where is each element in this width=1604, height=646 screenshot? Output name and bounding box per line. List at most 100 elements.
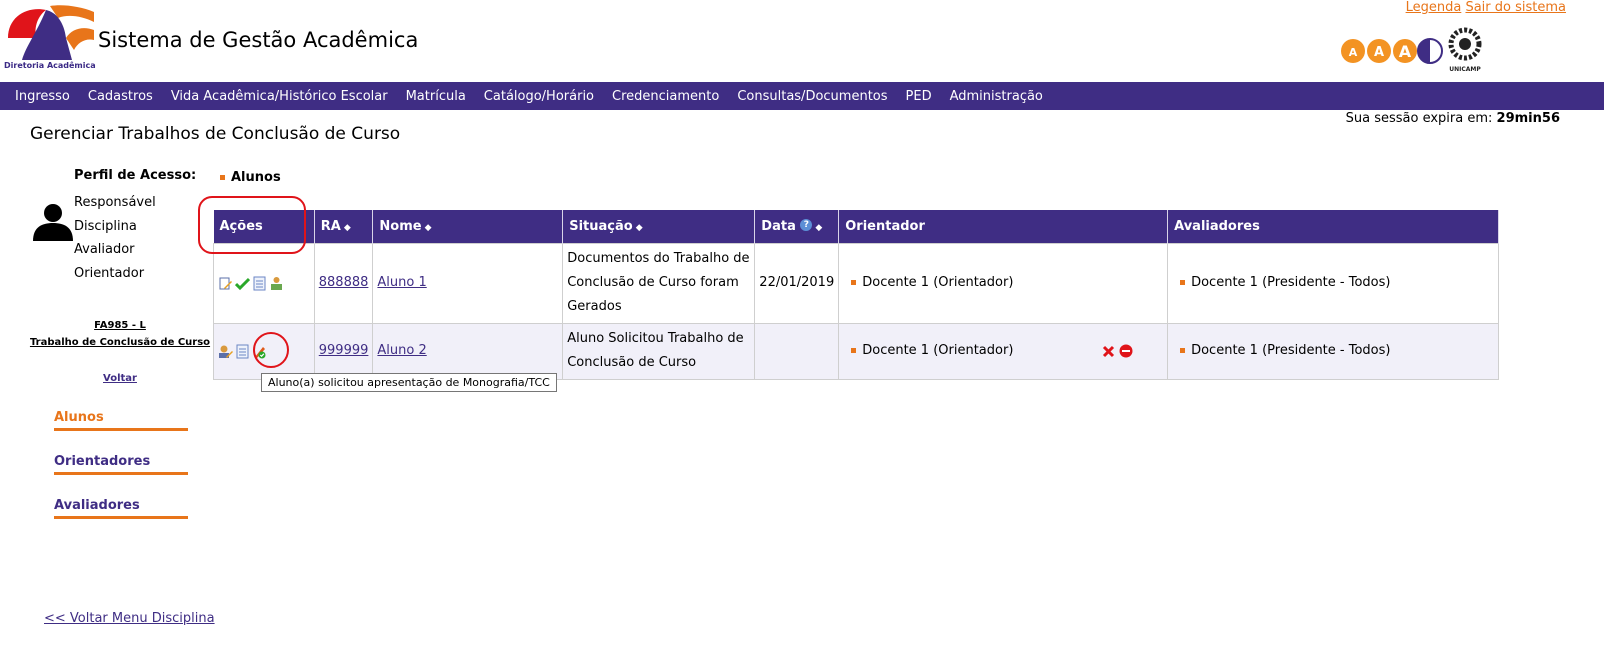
font-size-small-button[interactable]: A: [1341, 39, 1365, 63]
evaluator-name: Docente 1 (Presidente - Todos): [1191, 275, 1391, 290]
nav-ingresso[interactable]: Ingresso: [6, 89, 79, 104]
ra-link[interactable]: 888888: [319, 275, 369, 290]
document-list-icon[interactable]: [235, 344, 250, 359]
role-avaliador: Avaliador: [74, 242, 135, 257]
cell-date: [754, 322, 840, 380]
advisor-name: Docente 1 (Orientador): [862, 275, 1014, 290]
back-link[interactable]: Voltar: [0, 373, 240, 384]
side-menu-alunos[interactable]: Alunos: [54, 410, 188, 431]
font-size-small-label: A: [1349, 46, 1358, 59]
side-menu-orientadores[interactable]: Orientadores: [54, 454, 188, 475]
profile-label: Perfil de Acesso:: [74, 168, 197, 183]
contrast-icon[interactable]: [1417, 38, 1443, 64]
page-title: Gerenciar Trabalhos de Conclusão de Curs…: [30, 124, 401, 144]
remove-icon[interactable]: [1119, 344, 1133, 358]
side-menu-avaliadores[interactable]: Avaliadores: [54, 498, 188, 519]
font-size-medium-button[interactable]: A: [1367, 39, 1391, 63]
student-name-link[interactable]: Aluno 2: [377, 343, 426, 358]
nav-credenciamento[interactable]: Credenciamento: [603, 89, 728, 104]
font-size-large-label: A: [1399, 42, 1412, 61]
advisor-actions: [1102, 344, 1133, 358]
bullet-icon: [220, 175, 225, 180]
col-ra-label: RA: [320, 218, 341, 234]
table-row: 888888 Aluno 1 Documentos do Trabalho de…: [213, 242, 1499, 324]
section-title: Alunos: [220, 170, 281, 185]
cell-evaluators: Docente 1 (Presidente - Todos): [1167, 242, 1499, 324]
legend-link[interactable]: Legenda: [1406, 0, 1462, 15]
col-name-label: Nome: [379, 218, 422, 234]
ra-link[interactable]: 999999: [319, 343, 369, 358]
col-date-label: Data: [761, 218, 796, 234]
logo-caption: Diretoria Acadêmica: [4, 61, 96, 70]
role-responsavel: Responsável: [74, 195, 156, 210]
back-to-discipline-menu-link[interactable]: << Voltar Menu Disciplina: [44, 611, 215, 626]
col-advisor: Orientador: [838, 210, 1169, 243]
students-table: Ações RA ◆ Nome ◆ Situação ◆ Data ? ◆ Orient…: [213, 210, 1499, 380]
user-icon: [33, 204, 73, 241]
cell-status: Aluno Solicitou Trabalho de Conclusão de…: [562, 322, 756, 380]
main-nav: Ingresso Cadastros Vida Acadêmica/Histór…: [0, 82, 1604, 110]
cell-date: 22/01/2019: [754, 242, 840, 324]
col-name[interactable]: Nome ◆: [372, 210, 564, 243]
student-name-link[interactable]: Aluno 1: [377, 275, 426, 290]
nav-ped[interactable]: PED: [897, 89, 941, 104]
cell-ra: 888888: [313, 242, 374, 324]
reject-icon[interactable]: [1102, 345, 1115, 358]
font-size-large-button[interactable]: A: [1393, 39, 1417, 63]
edit-user-icon[interactable]: [218, 344, 233, 359]
logout-link[interactable]: Sair do sistema: [1465, 0, 1566, 15]
unicamp-label: UNICAMP: [1449, 66, 1481, 73]
role-orientador: Orientador: [74, 265, 145, 281]
sort-icon: ◆: [424, 222, 432, 233]
accessibility-controls: A A A UNICAMP: [1340, 27, 1490, 73]
cell-ra: 999999: [313, 322, 374, 380]
top-links: Legenda Sair do sistema: [1406, 0, 1566, 15]
nav-vida-academica[interactable]: Vida Acadêmica/Histórico Escolar: [162, 89, 397, 104]
cell-name: Aluno 1: [372, 242, 564, 324]
bullet-icon: [1180, 280, 1186, 285]
help-icon[interactable]: ?: [800, 218, 813, 231]
edit-document-icon[interactable]: [218, 276, 233, 291]
col-status-label: Situação: [569, 218, 633, 234]
nav-cadastros[interactable]: Cadastros: [79, 89, 162, 104]
cell-status: Documentos do Trabalho de Conclusão de C…: [562, 242, 756, 324]
tooltip: Aluno(a) solicitou apresentação de Monog…: [261, 373, 557, 392]
session-label: Sua sessão expira em:: [1345, 111, 1493, 126]
nav-consultas[interactable]: Consultas/Documentos: [728, 89, 896, 104]
advisor-name: Docente 1 (Orientador): [862, 343, 1014, 358]
table-header-row: Ações RA ◆ Nome ◆ Situação ◆ Data ? ◆ Orient…: [213, 210, 1499, 243]
course-code-link[interactable]: FA985 - L: [0, 320, 240, 331]
sort-icon: ◆: [343, 222, 351, 233]
col-ra[interactable]: RA ◆: [314, 210, 374, 243]
cell-name: Aluno 2: [372, 322, 564, 380]
unicamp-logo: UNICAMP: [1448, 27, 1482, 73]
nav-matricula[interactable]: Matrícula: [397, 89, 475, 104]
header: Diretoria Acadêmica Sistema de Gestão Ac…: [0, 0, 1604, 82]
font-size-medium-label: A: [1374, 45, 1384, 60]
session-timer: Sua sessão expira em: 29min56: [1346, 111, 1560, 126]
nav-administracao[interactable]: Administração: [941, 89, 1052, 104]
evaluator-name: Docente 1 (Presidente - Todos): [1191, 343, 1391, 358]
course-name-link[interactable]: Trabalho de Conclusão de Curso: [0, 337, 240, 348]
col-status[interactable]: Situação ◆: [562, 210, 756, 243]
col-date[interactable]: Data ? ◆: [754, 210, 840, 243]
bullet-icon: [1180, 348, 1186, 353]
role-disciplina: Disciplina: [74, 218, 137, 234]
sort-icon: ◆: [815, 222, 823, 233]
document-list-icon[interactable]: [252, 276, 267, 291]
table-row: 999999 Aluno 2 Aluno Solicitou Trabalho …: [213, 322, 1499, 380]
check-icon[interactable]: [235, 276, 250, 291]
app-title: Sistema de Gestão Acadêmica: [98, 28, 419, 52]
evaluators-icon[interactable]: [269, 276, 284, 291]
cell-advisor: Docente 1 (Orientador): [838, 322, 1169, 380]
sort-icon: ◆: [635, 222, 643, 233]
bullet-icon: [851, 348, 857, 353]
nav-catalogo[interactable]: Catálogo/Horário: [475, 89, 603, 104]
highlight-ring-icon: [253, 332, 289, 368]
col-evaluators: Avaliadores: [1167, 210, 1499, 243]
profile-roles: Responsável Disciplina Avaliador Orienta…: [74, 191, 156, 285]
highlight-ring-actions: [198, 196, 306, 254]
bullet-icon: [851, 280, 857, 285]
section-title-text: Alunos: [231, 170, 281, 185]
row-actions: [213, 242, 315, 324]
